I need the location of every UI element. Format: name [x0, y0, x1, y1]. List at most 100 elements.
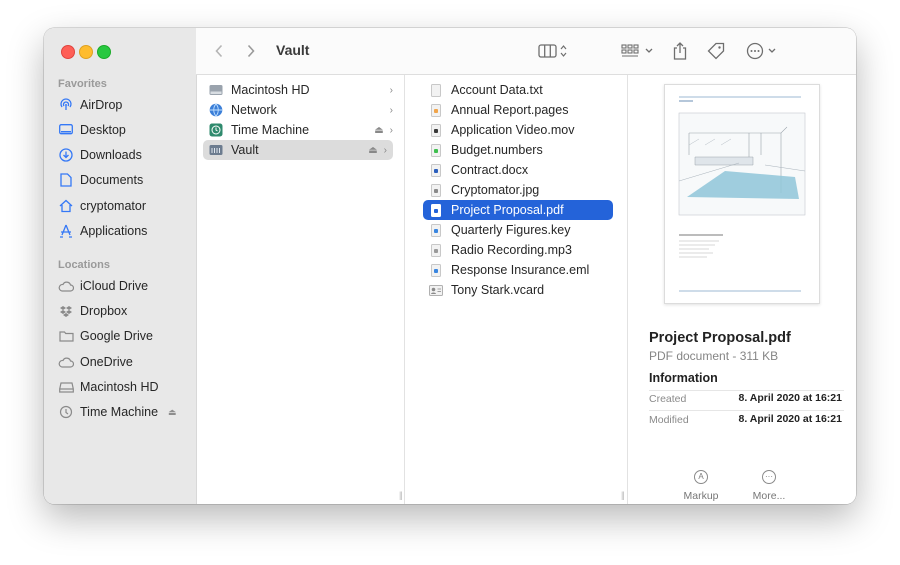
network-globe-icon: [209, 103, 223, 117]
eject-icon[interactable]: ⏏: [168, 407, 177, 418]
list-item[interactable]: Cryptomator.jpg: [423, 180, 617, 200]
sidebar: Favorites AirDrop Desktop Downloads Docu…: [44, 28, 197, 504]
view-mode-button[interactable]: [538, 41, 568, 61]
group-button[interactable]: [621, 41, 655, 61]
sidebar-item-applications[interactable]: Applications: [58, 221, 147, 241]
chevron-right-icon: [247, 44, 255, 58]
sidebar-item-documents[interactable]: Documents: [58, 170, 143, 190]
ellipsis-circle-icon: [746, 42, 776, 60]
preview-pane: Project Proposal.pdf PDF document - 311 …: [638, 75, 856, 504]
list-item-selected[interactable]: Project Proposal.pdf: [423, 200, 613, 220]
markup-button[interactable]: A Markup: [671, 470, 731, 502]
list-item[interactable]: Application Video.mov: [423, 120, 617, 140]
documents-icon: [58, 172, 74, 188]
numbers-file-icon: [429, 143, 443, 157]
item-label: Tony Stark.vcard: [451, 283, 545, 297]
markup-label: Markup: [683, 490, 719, 502]
sidebar-item-macintosh-hd[interactable]: Macintosh HD: [58, 377, 159, 397]
close-window-button[interactable]: [61, 45, 75, 59]
more-actions-button[interactable]: [746, 41, 778, 61]
pdf-thumbnail[interactable]: [664, 84, 820, 304]
item-label: Macintosh HD: [231, 83, 310, 97]
list-item[interactable]: Contract.docx: [423, 160, 617, 180]
locations-heading: Locations: [58, 259, 110, 271]
sidebar-item-label: Dropbox: [80, 304, 128, 318]
list-item[interactable]: Quarterly Figures.key: [423, 220, 617, 240]
cloud-icon: [58, 278, 74, 294]
list-item[interactable]: Budget.numbers: [423, 140, 617, 160]
tag-button[interactable]: [707, 41, 725, 61]
sidebar-item-label: cryptomator: [80, 199, 146, 213]
list-item[interactable]: Time Machine ⏏ ›: [203, 120, 399, 140]
text-file-icon: [429, 83, 443, 97]
tag-icon: [707, 42, 725, 60]
list-item[interactable]: Network ›: [203, 100, 399, 120]
forward-button[interactable]: [246, 41, 256, 61]
chevron-right-icon: ›: [389, 84, 393, 96]
list-item[interactable]: Account Data.txt: [423, 80, 617, 100]
share-button[interactable]: [673, 41, 687, 61]
finder-window: Favorites AirDrop Desktop Downloads Docu…: [44, 28, 856, 504]
sidebar-item-icloud-drive[interactable]: iCloud Drive: [58, 276, 148, 296]
ellipsis-icon: ···: [762, 470, 776, 484]
folder-icon: [58, 328, 74, 344]
image-file-icon: [429, 183, 443, 197]
divider: [649, 410, 844, 411]
downloads-icon: [58, 147, 74, 163]
created-value: 8. April 2020 at 16:21: [738, 392, 842, 404]
chevron-right-icon: ›: [383, 144, 387, 156]
markup-icon: A: [694, 470, 708, 484]
column-resize-handle[interactable]: ||: [399, 490, 403, 500]
sidebar-item-airdrop[interactable]: AirDrop: [58, 95, 122, 115]
back-button[interactable]: [214, 41, 224, 61]
chevron-right-icon: ›: [389, 124, 393, 136]
list-item[interactable]: Tony Stark.vcard: [423, 280, 617, 300]
audio-file-icon: [429, 243, 443, 257]
list-item[interactable]: Annual Report.pages: [423, 100, 617, 120]
item-label: Quarterly Figures.key: [451, 223, 571, 237]
vault-drive-icon: [209, 143, 223, 157]
item-label: Annual Report.pages: [451, 103, 569, 117]
chevron-right-icon: ›: [389, 104, 393, 116]
sidebar-item-label: Time Machine: [80, 405, 159, 419]
window-title: Vault: [276, 42, 310, 58]
applications-icon: [58, 223, 74, 239]
item-label: Vault: [231, 143, 259, 157]
toolbar: Vault: [196, 28, 856, 75]
email-file-icon: [429, 263, 443, 277]
column-resize-handle[interactable]: ||: [621, 490, 625, 500]
item-label: Contract.docx: [451, 163, 529, 177]
eject-icon[interactable]: ⏏: [374, 125, 383, 136]
video-file-icon: [429, 123, 443, 137]
more-button[interactable]: ··· More...: [739, 470, 799, 502]
created-label: Created: [649, 393, 687, 405]
sidebar-item-label: OneDrive: [80, 355, 133, 369]
item-label: Account Data.txt: [451, 83, 543, 97]
list-item-selected[interactable]: Vault ⏏ ›: [203, 140, 393, 160]
sidebar-item-google-drive[interactable]: Google Drive: [58, 326, 153, 346]
list-item[interactable]: Response Insurance.eml: [423, 260, 617, 280]
contact-card-icon: [429, 283, 443, 297]
eject-icon[interactable]: ⏏: [368, 145, 377, 156]
sidebar-item-dropbox[interactable]: Dropbox: [58, 301, 127, 321]
list-item[interactable]: Radio Recording.mp3: [423, 240, 617, 260]
grid-group-icon: [621, 44, 653, 57]
sidebar-item-label: Macintosh HD: [80, 380, 159, 394]
sidebar-item-home[interactable]: cryptomator: [58, 196, 146, 216]
modified-label: Modified: [649, 414, 689, 426]
zoom-window-button[interactable]: [97, 45, 111, 59]
column-locations: Macintosh HD › Network › Time Machine ⏏ ›…: [197, 75, 405, 504]
sidebar-item-label: iCloud Drive: [80, 279, 149, 293]
minimize-window-button[interactable]: [79, 45, 93, 59]
sidebar-item-downloads[interactable]: Downloads: [58, 145, 142, 165]
sidebar-item-desktop[interactable]: Desktop: [58, 120, 126, 140]
sidebar-item-onedrive[interactable]: OneDrive: [58, 352, 133, 372]
more-label: More...: [752, 490, 786, 502]
list-item[interactable]: Macintosh HD ›: [203, 80, 399, 100]
columns-view-icon: [538, 44, 567, 58]
sidebar-item-label: Desktop: [80, 123, 126, 137]
item-label: Budget.numbers: [451, 143, 543, 157]
sidebar-item-label: AirDrop: [80, 98, 123, 112]
sidebar-item-time-machine[interactable]: Time Machine ⏏: [58, 402, 177, 422]
home-icon: [58, 198, 74, 214]
